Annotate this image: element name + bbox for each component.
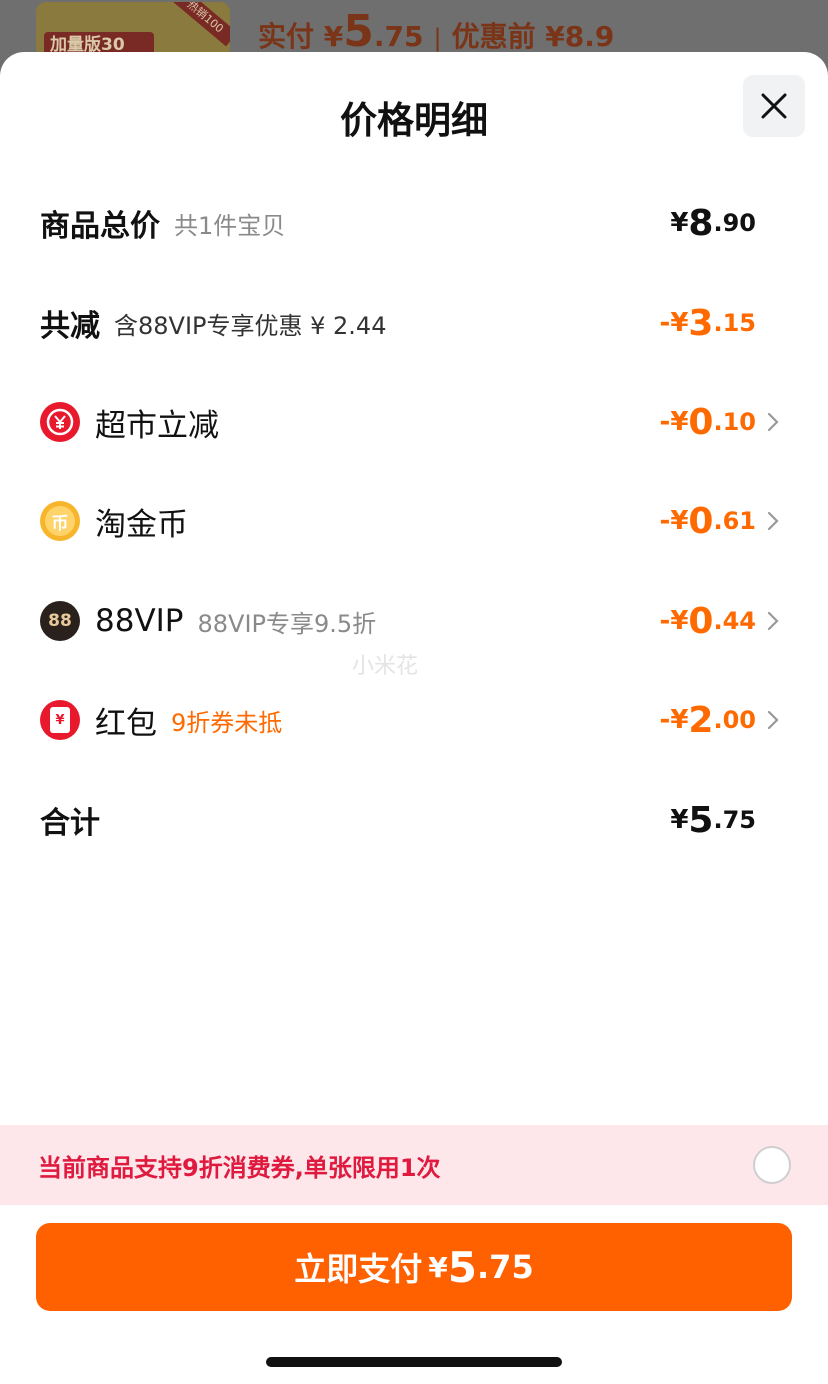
chevron-right-icon [767,611,779,631]
supermarket-dec: .10 [713,408,756,436]
row-supermarket-discount[interactable]: 超市立减 -¥ 0.10 [0,392,828,452]
row-redpacket-label: 红包 9折券未抵 [95,690,282,750]
coin-glyph: 币 [45,506,75,536]
vip-glyph: 88 [48,611,72,631]
product-thumbnail: 加量版30 热销100 [36,2,230,58]
sum-amount: ¥5.75 [670,790,756,850]
total-label: 商品总价 [40,209,160,244]
watermark: 小米花 [352,654,419,679]
row-88vip[interactable]: 88 88VIP 88VIP专享9.5折 -¥ 0.44 [0,591,828,651]
supermarket-yen: -¥ [659,407,689,437]
coupon-notice-text: 当前商品支持9折消费券,单张限用1次 [38,1153,441,1182]
coins-label: 淘金币 [95,506,188,543]
coins-dec: .61 [713,507,756,535]
chevron-right-icon [767,412,779,432]
redpacket-dec: .00 [713,706,756,734]
pay-int: 5 [447,1242,478,1292]
gold-coin-icon: 币 [40,501,80,541]
coupon-notice-bar[interactable]: 当前商品支持9折消费券,单张限用1次 [0,1125,828,1205]
row-sum: 合计 ¥5.75 [0,790,828,850]
row-total-price: 商品总价 共1件宝贝 ¥8.90 [0,193,828,253]
redpacket-yen: -¥ [659,705,689,735]
supermarket-amount: -¥ 0.10 [660,392,756,452]
reduction-int: 3 [688,302,714,344]
coins-amount: -¥ 0.61 [660,491,756,551]
row-red-packet[interactable]: ¥ 红包 9折券未抵 -¥ 2.00 [0,690,828,750]
vip-label: 88VIP [95,603,184,639]
paid-label: 实付 ¥ [258,20,344,53]
red-packet-glyph: ¥ [50,707,70,733]
reduction-amount: -¥ 3.15 [660,293,756,353]
before-price: 优惠前 ¥8.9 [451,20,615,53]
pay-yen: ¥ [428,1250,448,1284]
reduction-label: 共减 [40,309,100,344]
vip-int: 0 [688,600,714,642]
paid-int: 5 [343,6,374,57]
redpacket-label: 红包 [95,705,157,742]
vip-sub: 88VIP专享9.5折 [197,609,377,638]
sum-int: 5 [688,799,714,841]
chevron-right-icon [767,511,779,531]
sum-yen: ¥ [670,805,689,835]
redpacket-int: 2 [688,699,714,741]
supermarket-int: 0 [688,401,714,443]
total-int: 8 [688,202,714,244]
coins-int: 0 [688,500,714,542]
total-dec: .90 [713,209,756,237]
vip-dec: .44 [713,607,756,635]
row-vip-label: 88VIP 88VIP专享9.5折 [95,591,376,651]
reduction-sub: 含88VIP专享优惠 ¥ 2.44 [114,311,387,340]
pay-now-button[interactable]: 立即支付 ¥5.75 [36,1223,792,1311]
price-separator: | [433,24,442,52]
pay-label: 立即支付 [294,1250,423,1288]
row-total-label: 商品总价 共1件宝贝 [40,193,285,253]
sheet-title: 价格明细 [340,99,488,142]
close-icon [761,93,787,119]
row-reduction-label: 共减 含88VIP专享优惠 ¥ 2.44 [40,293,386,353]
row-taojinbi[interactable]: 币 淘金币 -¥ 0.61 [0,491,828,551]
redpacket-amount: -¥ 2.00 [660,690,756,750]
thumbnail-ribbon: 热销100 [172,2,230,47]
vip-88-icon: 88 [40,601,80,641]
coupon-radio[interactable] [753,1146,791,1184]
redpacket-sub: 9折券未抵 [171,708,283,737]
reduction-yen: -¥ [659,308,689,338]
row-total-reduction: 共减 含88VIP专享优惠 ¥ 2.44 -¥ 3.15 [0,293,828,353]
vip-yen: -¥ [659,606,689,636]
price-detail-sheet: 价格明细 商品总价 共1件宝贝 ¥8.90 共减 含88VIP专享优惠 ¥ 2.… [0,52,828,1384]
total-yen: ¥ [670,208,689,238]
pay-dec: .75 [477,1248,534,1286]
total-sub: 共1件宝贝 [174,211,286,240]
sum-dec: .75 [713,806,756,834]
close-button[interactable] [743,75,805,137]
chevron-right-icon [767,710,779,730]
paid-dec: .75 [373,20,424,53]
background-price: 实付 ¥5.75 | 优惠前 ¥8.9 [258,6,614,57]
reduction-dec: .15 [713,309,756,337]
vip-amount: -¥ 0.44 [660,591,756,651]
coins-yen: -¥ [659,506,689,536]
supermarket-label: 超市立减 [95,407,219,444]
home-indicator[interactable] [266,1357,562,1367]
total-amount: ¥8.90 [670,193,756,253]
background-product-strip: 加量版30 热销100 实付 ¥5.75 | 优惠前 ¥8.9 [0,0,828,60]
sum-label: 合计 [40,806,100,841]
supermarket-discount-icon [40,402,80,442]
red-packet-icon: ¥ [40,700,80,740]
